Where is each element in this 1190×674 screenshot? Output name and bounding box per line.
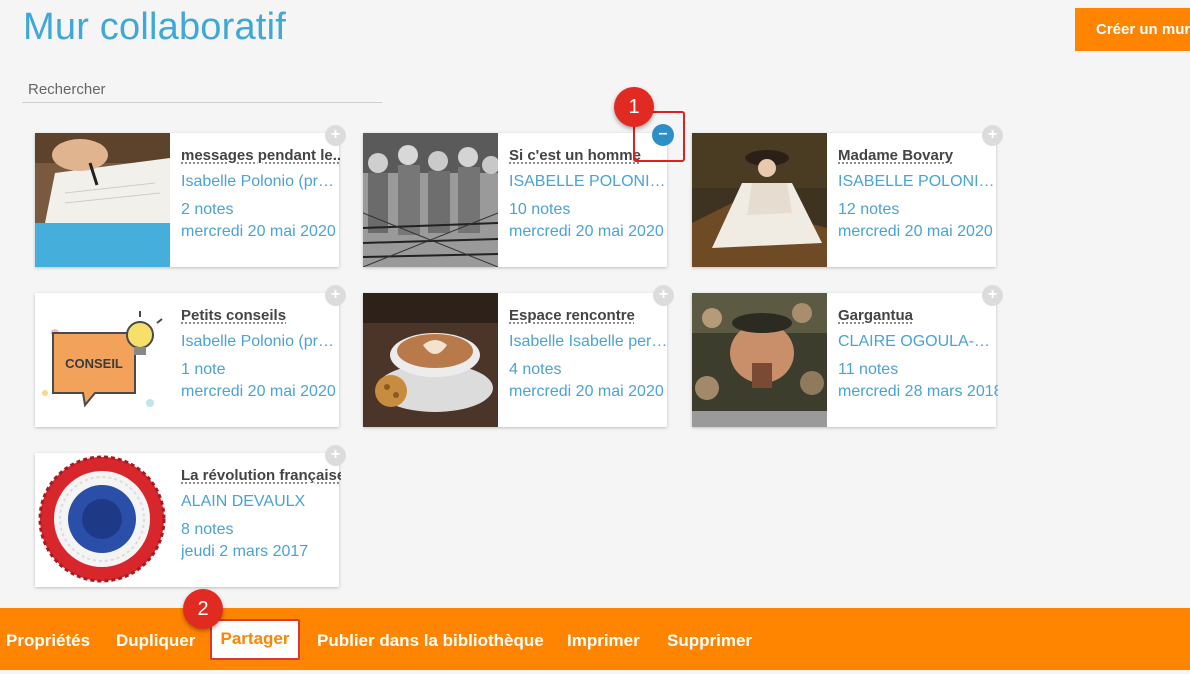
card-notes-count: 4 notes [509,361,562,378]
card-title[interactable]: La révolution française [181,467,341,484]
wall-card-revolution-francaise[interactable]: La révolution française ALAIN DEVAULX 8 … [35,453,341,587]
card-date: mercredi 20 mai 2020 [181,383,336,400]
conseil-text: CONSEIL [65,356,123,371]
cockade-image [35,453,170,587]
publish-library-button[interactable]: Publier dans la bibliothèque [317,608,544,670]
card-date: mercredi 20 mai 2020 [181,223,336,240]
card-date: mercredi 28 mars 2018 [838,383,998,400]
delete-button[interactable]: Supprimer [667,608,752,670]
add-icon[interactable]: + [325,285,346,306]
wall-card-espace-rencontre[interactable]: Espace rencontre Isabelle Isabelle perf … [363,293,669,427]
add-icon[interactable]: + [982,285,1003,306]
gargantua-painting [692,293,827,427]
card-notes-count: 11 notes [838,361,899,378]
card-date: mercredi 20 mai 2020 [509,383,664,400]
wall-card-madame-bovary[interactable]: Madame Bovary ISABELLE POLONIO (... 12 n… [692,133,998,267]
card-date: mercredi 20 mai 2020 [838,223,993,240]
card-notes-count: 10 notes [509,201,571,218]
add-icon[interactable]: + [325,125,346,146]
add-icon[interactable]: + [982,125,1003,146]
card-notes-count: 1 note [181,361,226,378]
card-title[interactable]: Madame Bovary [838,147,998,164]
wall-card-petits-conseils[interactable]: CONSEIL Petits conseils Isabelle Polonio… [35,293,341,427]
card-author: Isabelle Polonio (prof ... [181,333,341,350]
card-author: Isabelle Isabelle perf t... [509,333,669,350]
card-notes-count: 12 notes [838,201,900,218]
card-title[interactable]: messages pendant le... [181,147,341,164]
step-badge-2: 2 [183,589,223,629]
page-title: Mur collaboratif [23,6,286,48]
camp-prisoners-photo [363,133,498,267]
coffee-cup-photo [363,293,498,427]
card-notes-count: 8 notes [181,521,234,538]
print-button[interactable]: Imprimer [567,608,640,670]
wall-card-gargantua[interactable]: Gargantua CLAIRE OGOULA-NK... 11 notes m… [692,293,998,427]
card-author: CLAIRE OGOULA-NK... [838,333,998,350]
card-notes-count: 2 notes [181,201,234,218]
writing-hand-image [35,133,170,267]
add-icon[interactable]: + [653,285,674,306]
card-author: ALAIN DEVAULX [181,493,306,510]
wall-card-si-cest-un-homme[interactable]: Si c'est un homme ISABELLE POLONIO (... … [363,133,669,267]
card-date: mercredi 20 mai 2020 [509,223,664,240]
step-badge-1: 1 [614,87,654,127]
card-author: ISABELLE POLONIO (... [509,173,669,190]
card-title[interactable]: Gargantua [838,307,998,324]
wall-card-messages[interactable]: messages pendant le... Isabelle Polonio … [35,133,341,267]
card-date: jeudi 2 mars 2017 [181,543,309,560]
search-input[interactable] [22,76,382,103]
card-author: ISABELLE POLONIO (... [838,173,998,190]
properties-button[interactable]: Propriétés [6,608,90,670]
duplicate-button[interactable]: Dupliquer [116,608,195,670]
card-title[interactable]: Petits conseils [181,307,341,324]
painting-woman-reclining [692,133,827,267]
card-title[interactable]: Espace rencontre [509,307,669,324]
add-icon[interactable]: + [325,445,346,466]
conseil-lightbulb-image: CONSEIL [35,293,170,427]
bottom-action-bar: Propriétés Dupliquer Partager Publier da… [0,608,1190,670]
share-button[interactable]: Partager [210,619,300,660]
card-author: Isabelle Polonio (prof ... [181,173,341,190]
create-wall-button[interactable]: Créer un mur [1075,8,1190,51]
